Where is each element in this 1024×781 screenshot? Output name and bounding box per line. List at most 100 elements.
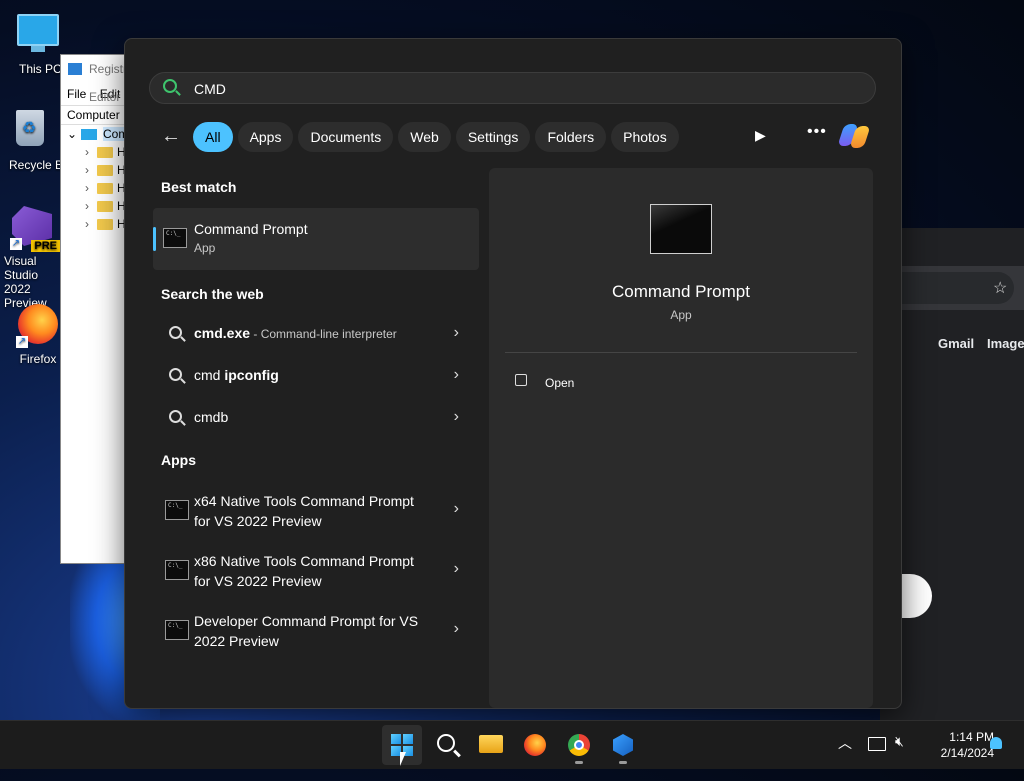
menu-file[interactable]: File: [67, 87, 86, 101]
registry-editor-icon: [68, 63, 82, 75]
registry-editor-window[interactable]: Registry Editor File Edit Computer ⌄ Com…: [60, 54, 132, 564]
result-preview-pane: Command Prompt App Open: [489, 168, 873, 708]
firefox-icon: ↗: [16, 304, 60, 348]
play-icon[interactable]: ▶: [755, 127, 766, 144]
start-search-panel: ← All Apps Documents Web Settings Folder…: [124, 38, 902, 709]
command-prompt-icon: [650, 204, 712, 254]
tree-item[interactable]: › H: [61, 215, 131, 233]
shortcut-arrow-icon: ↗: [16, 336, 28, 348]
chevron-right-icon[interactable]: ›: [85, 179, 89, 197]
taskbar-search-button[interactable]: [427, 725, 467, 765]
desktop-icon-visual-studio[interactable]: PRE ↗ Visual Studio 2022 Preview: [0, 204, 64, 310]
web-result-term: cmd.exe: [194, 325, 251, 341]
more-options-button[interactable]: •••: [807, 123, 827, 141]
folder-icon: [97, 183, 113, 194]
web-result-description: Command-line interpreter: [260, 327, 397, 341]
running-indicator: [575, 761, 583, 764]
apps-header: Apps: [161, 452, 196, 468]
images-link[interactable]: Images: [987, 336, 1024, 351]
search-icon: [169, 410, 182, 423]
this-pc-icon: [16, 14, 60, 58]
taskbar-file-explorer[interactable]: [471, 725, 511, 765]
gmail-link[interactable]: Gmail: [938, 336, 974, 351]
desktop-icon-recycle-bin[interactable]: Recycle Bin: [0, 106, 60, 172]
open-external-icon: [515, 374, 527, 386]
search-icon: [169, 326, 182, 339]
filter-folders[interactable]: Folders: [535, 122, 607, 152]
best-match-type: App: [194, 241, 216, 255]
search-icon: [437, 734, 455, 752]
chevron-up-icon[interactable]: ︿: [838, 733, 852, 781]
chevron-right-icon[interactable]: ›: [85, 197, 89, 215]
folder-icon: [97, 201, 113, 212]
clock[interactable]: 1:14 PM 2/14/2024: [912, 729, 994, 761]
back-arrow-icon[interactable]: ←: [159, 125, 183, 149]
best-match-header: Best match: [161, 179, 237, 195]
chevron-right-icon[interactable]: ›: [454, 620, 459, 638]
command-prompt-icon: [165, 620, 189, 640]
web-result-term: cmd: [194, 367, 225, 383]
chevron-right-icon[interactable]: ›: [85, 143, 89, 161]
network-icon[interactable]: [868, 737, 886, 751]
filter-photos[interactable]: Photos: [611, 122, 679, 152]
filter-apps[interactable]: Apps: [237, 122, 294, 152]
chevron-down-icon[interactable]: ⌄: [67, 125, 77, 143]
tree-root[interactable]: ⌄ Computer: [61, 125, 131, 143]
web-result[interactable]: cmd ipconfig ›: [153, 357, 479, 395]
best-match-item[interactable]: Command Prompt App: [153, 208, 479, 270]
chevron-right-icon[interactable]: ›: [454, 408, 459, 426]
tree-item[interactable]: › H: [61, 143, 131, 161]
command-prompt-icon: [165, 500, 189, 520]
star-icon[interactable]: ☆: [993, 278, 1007, 298]
tree-item[interactable]: › H: [61, 197, 131, 215]
app-result-title: x86 Native Tools Command Prompt for VS 2…: [194, 553, 414, 589]
app-result[interactable]: x64 Native Tools Command Prompt for VS 2…: [153, 482, 479, 538]
search-box[interactable]: [149, 72, 876, 104]
app-result[interactable]: x86 Native Tools Command Prompt for VS 2…: [153, 542, 479, 598]
web-result[interactable]: cmd.exe - Command-line interpreter ›: [153, 315, 479, 353]
chevron-right-icon[interactable]: ›: [454, 324, 459, 342]
recycle-bin-icon: [8, 110, 52, 154]
filter-documents[interactable]: Documents: [298, 122, 394, 152]
chevron-right-icon[interactable]: ›: [454, 366, 459, 384]
notification-bell-icon[interactable]: [990, 737, 1002, 749]
filter-web[interactable]: Web: [398, 122, 451, 152]
filter-all[interactable]: All: [193, 122, 233, 152]
taskbar-firefox[interactable]: [515, 725, 555, 765]
desktop-icon-label: Recycle Bin: [9, 158, 60, 172]
app-result-title: Developer Command Prompt for VS 2022 Pre…: [194, 613, 419, 649]
web-result-suggestion: ipconfig: [224, 367, 279, 383]
volume-muted-icon[interactable]: 🔇︎: [895, 733, 904, 781]
window-title-bar[interactable]: Registry Editor: [61, 55, 131, 104]
app-result[interactable]: Developer Command Prompt for VS 2022 Pre…: [153, 602, 479, 658]
chevron-right-icon[interactable]: ›: [454, 560, 459, 578]
clock-date: 2/14/2024: [940, 746, 994, 760]
taskbar-registry-editor[interactable]: [603, 725, 643, 765]
copilot-icon[interactable]: [839, 122, 869, 150]
folder-icon: [97, 165, 113, 176]
web-result[interactable]: cmdb ›: [153, 399, 479, 437]
chevron-right-icon[interactable]: ›: [85, 215, 89, 233]
filter-settings[interactable]: Settings: [455, 122, 531, 152]
chevron-right-icon[interactable]: ›: [454, 500, 459, 518]
chevron-right-icon[interactable]: ›: [85, 161, 89, 179]
open-action-label: Open: [545, 376, 575, 390]
command-prompt-icon: [163, 228, 187, 248]
command-prompt-icon: [165, 560, 189, 580]
taskbar-chrome[interactable]: [559, 725, 599, 765]
preview-badge: PRE: [31, 240, 60, 252]
tree-item[interactable]: › H: [61, 161, 131, 179]
preview-type: App: [670, 308, 692, 322]
divider: [505, 352, 857, 353]
tree-item[interactable]: › H: [61, 179, 131, 197]
clock-time: 1:14 PM: [949, 730, 994, 744]
app-result-title: x64 Native Tools Command Prompt for VS 2…: [194, 493, 414, 529]
taskbar: ︿ 🔇︎ 1:14 PM 2/14/2024: [0, 720, 1024, 769]
folder-icon: [97, 219, 113, 230]
search-icon: [169, 368, 182, 381]
search-input[interactable]: [192, 78, 856, 100]
filter-bar: ← All Apps Documents Web Settings Folder…: [159, 121, 684, 153]
chrome-icon: [568, 734, 590, 756]
best-match-title: Command Prompt: [194, 221, 308, 237]
mouse-cursor: [400, 752, 412, 766]
